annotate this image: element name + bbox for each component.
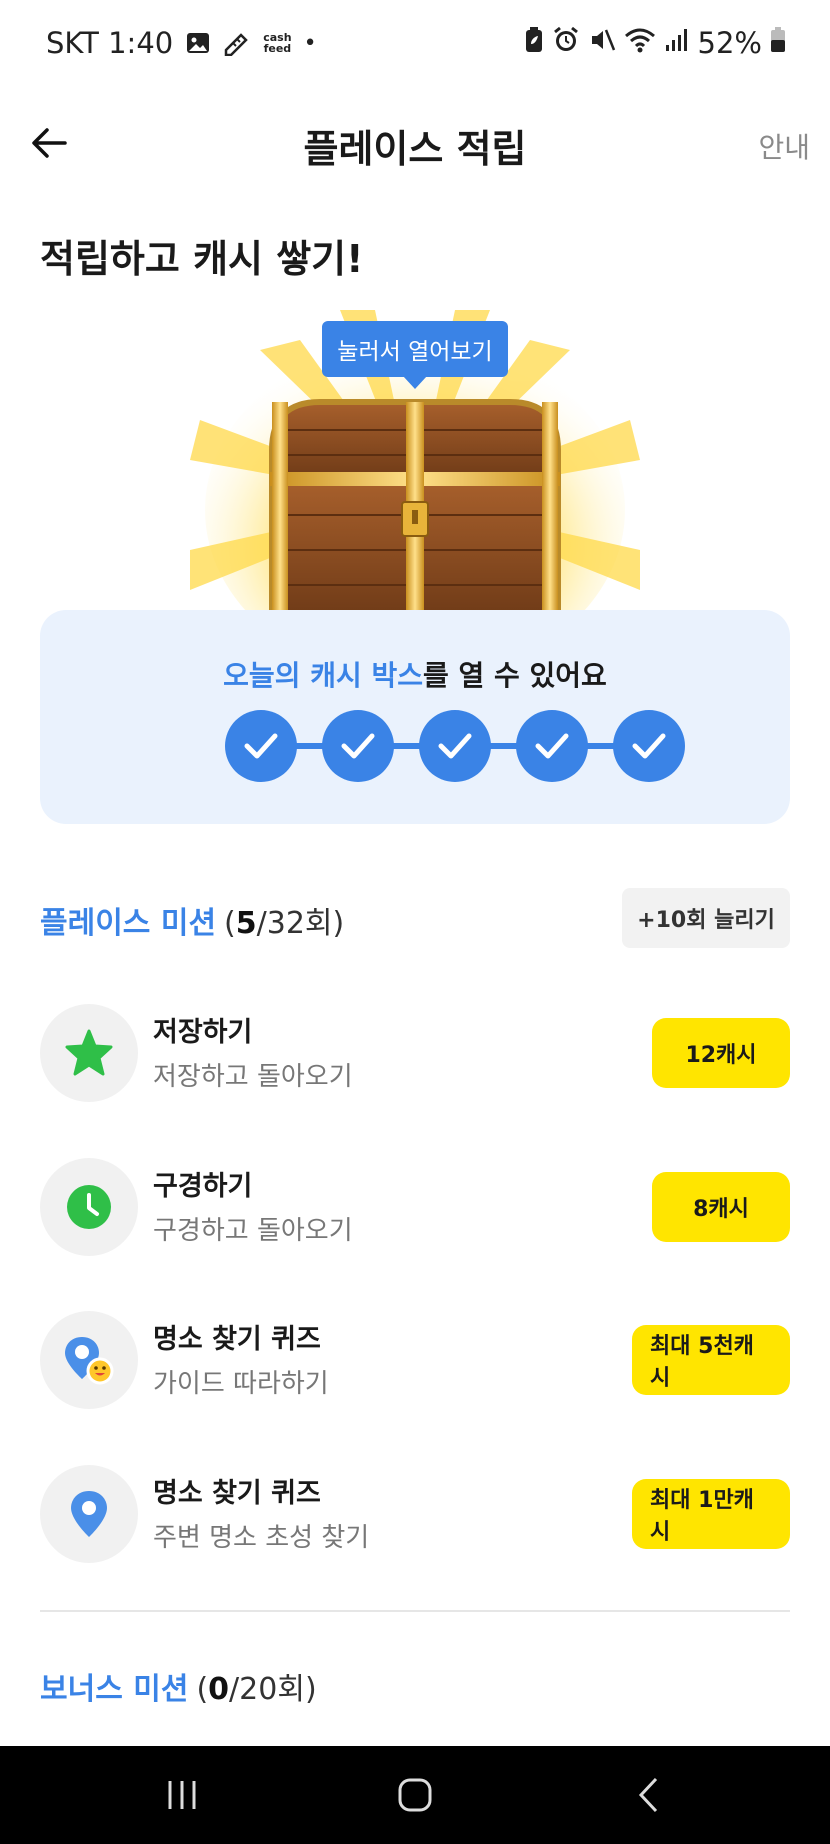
check-icon: [535, 733, 569, 759]
close-paren: ): [332, 906, 345, 941]
map-pin-smile-icon: [65, 1337, 114, 1385]
mission-icon-circle: [40, 1004, 138, 1102]
mission-desc: 구경하고 돌아오기: [153, 1216, 353, 1246]
mission-item-quiz-initials[interactable]: 명소 찾기 퀴즈 주변 명소 초성 찾기 최대 1만캐시: [40, 1465, 790, 1565]
chevron-left-icon: [638, 1777, 658, 1813]
info-link[interactable]: 안내: [758, 126, 810, 166]
home-icon: [398, 1778, 432, 1812]
mission-icon-circle: [40, 1465, 138, 1563]
mission-title: 구경하기: [153, 1171, 253, 1202]
mission-desc: 가이드 따라하기: [153, 1369, 329, 1399]
reward-button[interactable]: 최대 1만캐시: [632, 1479, 790, 1549]
open-paren: (: [196, 1672, 209, 1707]
status-bar: SKT 1:40 cash feed • 52%: [0, 0, 830, 86]
header: 플레이스 적립 안내: [0, 96, 830, 196]
check-icon: [244, 733, 278, 759]
status-right: 52%: [524, 26, 786, 61]
mission-item-browse[interactable]: 구경하기 구경하고 돌아오기 8캐시: [40, 1158, 790, 1258]
stamp-check-3: [419, 710, 491, 782]
mission-icon-circle: [40, 1311, 138, 1409]
place-mission-header: 플레이스 미션 (5/32회): [40, 898, 344, 942]
clock-icon: [67, 1185, 111, 1229]
stamp-check-1: [225, 710, 297, 782]
mission-title: 명소 찾기 퀴즈: [153, 1478, 321, 1509]
gallery-icon: [185, 30, 211, 56]
battery-percent: 52%: [697, 26, 762, 60]
stamp-check-4: [516, 710, 588, 782]
stamp-track: [225, 710, 685, 782]
mission-desc: 주변 명소 초성 찾기: [153, 1523, 370, 1553]
bonus-mission-done: 0: [208, 1672, 230, 1707]
mission-title: 명소 찾기 퀴즈: [153, 1324, 321, 1355]
check-icon: [341, 733, 375, 759]
increase-missions-button[interactable]: +10회 늘리기: [622, 888, 790, 948]
open-paren: (: [224, 906, 236, 941]
check-icon: [438, 733, 472, 759]
map-pin-icon: [71, 1491, 107, 1537]
system-nav-bar: [0, 1746, 830, 1844]
carrier-time: SKT 1:40: [46, 26, 174, 60]
mission-icon-circle: [40, 1158, 138, 1256]
back-nav-button[interactable]: [618, 1770, 678, 1820]
place-mission-done: 5: [235, 906, 257, 941]
bonus-mission-total: /20회: [229, 1672, 305, 1707]
stamp-card-text: 오늘의 캐시 박스를 열 수 있어요: [40, 654, 790, 694]
stamp-card: 오늘의 캐시 박스를 열 수 있어요: [40, 610, 790, 824]
reward-button[interactable]: 최대 5천캐시: [632, 1325, 790, 1395]
mission-title: 저장하기: [153, 1017, 253, 1048]
stamp-card-highlight: 오늘의 캐시 박스: [223, 659, 423, 692]
cashfeed-badge: cash feed: [263, 32, 291, 54]
home-button[interactable]: [385, 1770, 445, 1820]
battery-saver-icon: [524, 26, 544, 61]
bonus-mission-count: (0/20회): [196, 1664, 316, 1708]
alarm-icon: [552, 26, 580, 61]
bonus-mission-header: 보너스 미션 (0/20회): [40, 1664, 317, 1708]
bonus-mission-title: 보너스 미션: [40, 1672, 189, 1707]
wifi-icon: [624, 26, 656, 61]
place-mission-count: (5/32회): [224, 898, 344, 942]
mission-item-quiz-guide[interactable]: 명소 찾기 퀴즈 가이드 따라하기 최대 5천캐시: [40, 1311, 790, 1411]
stamp-check-5: [613, 710, 685, 782]
stamp-card-rest: 를 열 수 있어요: [423, 659, 607, 692]
place-mission-title: 플레이스 미션: [40, 906, 217, 941]
recent-apps-icon: [168, 1781, 196, 1809]
star-icon: [65, 1029, 113, 1076]
status-left: SKT 1:40 cash feed •: [46, 26, 317, 60]
reward-button[interactable]: 8캐시: [652, 1172, 790, 1242]
section-divider: [40, 1610, 790, 1612]
open-hint-tooltip: 눌러서 열어보기: [322, 321, 508, 389]
signal-icon: [664, 26, 690, 60]
mute-icon: [588, 26, 616, 61]
close-paren: ): [304, 1672, 317, 1707]
place-mission-total: /32회: [256, 906, 333, 941]
headline: 적립하고 캐시 쌓기!: [40, 237, 364, 281]
reward-button[interactable]: 12캐시: [652, 1018, 790, 1088]
battery-icon: [770, 26, 786, 61]
mission-desc: 저장하고 돌아오기: [153, 1062, 353, 1092]
notification-dot-icon: •: [303, 30, 317, 56]
pencil-ruler-icon: [223, 30, 251, 56]
recent-apps-button[interactable]: [152, 1770, 212, 1820]
cashfeed-bottom: feed: [263, 42, 292, 55]
page-title: 플레이스 적립: [303, 127, 527, 171]
mission-item-save[interactable]: 저장하기 저장하고 돌아오기 12캐시: [40, 1004, 790, 1104]
stamp-check-2: [322, 710, 394, 782]
check-icon: [632, 733, 666, 759]
